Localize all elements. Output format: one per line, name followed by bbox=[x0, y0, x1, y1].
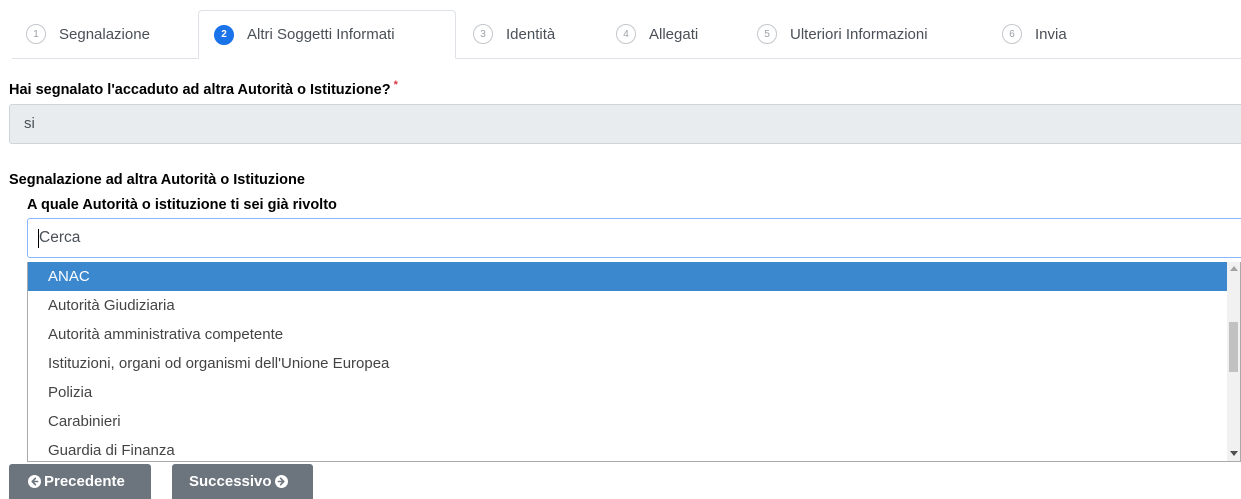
next-button-label: Successivo bbox=[189, 473, 272, 490]
authority-search-input[interactable] bbox=[27, 218, 1241, 258]
section-title: Segnalazione ad altra Autorità o Istituz… bbox=[9, 172, 305, 188]
option-polizia[interactable]: Polizia bbox=[28, 378, 1229, 407]
scrollbar-thumb[interactable] bbox=[1229, 322, 1238, 372]
step-label: Identità bbox=[506, 25, 556, 43]
option-guardia-di-finanza[interactable]: Guardia di Finanza bbox=[28, 436, 1229, 461]
wizard-steps: 1 Segnalazione 2 Altri Soggetti Informat… bbox=[12, 0, 1241, 59]
option-autorita-giudiziaria[interactable]: Autorità Giudiziaria bbox=[28, 291, 1229, 320]
step-number: 5 bbox=[757, 24, 777, 44]
tab-invia[interactable]: 6 Invia bbox=[1002, 10, 1067, 58]
step-number: 1 bbox=[26, 24, 46, 44]
option-carabinieri[interactable]: Carabinieri bbox=[28, 407, 1229, 436]
option-autorita-amministrativa[interactable]: Autorità amministrativa competente bbox=[28, 320, 1229, 349]
dropdown-scrollbar[interactable] bbox=[1227, 262, 1240, 461]
option-anac[interactable]: ANAC bbox=[28, 262, 1229, 291]
step-label: Altri Soggetti Informati bbox=[247, 26, 395, 43]
scroll-down-arrow-icon[interactable] bbox=[1230, 451, 1238, 456]
previous-button[interactable]: Precedente bbox=[9, 464, 151, 499]
question-text: Hai segnalato l'accaduto ad altra Autori… bbox=[9, 82, 391, 98]
tab-identita[interactable]: 3 Identità bbox=[473, 10, 555, 58]
tab-segnalazione[interactable]: 1 Segnalazione bbox=[26, 10, 150, 58]
question-label: Hai segnalato l'accaduto ad altra Autori… bbox=[9, 79, 398, 98]
arrow-left-circle-icon bbox=[28, 475, 41, 488]
arrow-right-circle-icon bbox=[274, 475, 288, 488]
authority-options-dropdown[interactable]: ANAC Autorità Giudiziaria Autorità ammin… bbox=[27, 262, 1241, 462]
reported-answer-field: si bbox=[9, 104, 1241, 144]
tab-altri-soggetti-informati[interactable]: 2 Altri Soggetti Informati bbox=[198, 10, 456, 59]
tab-allegati[interactable]: 4 Allegati bbox=[616, 10, 698, 58]
step-number: 4 bbox=[616, 24, 636, 44]
option-istituzioni-ue[interactable]: Istituzioni, organi od organismi dell'Un… bbox=[28, 349, 1229, 378]
step-number: 6 bbox=[1002, 24, 1022, 44]
previous-button-label: Precedente bbox=[44, 473, 125, 490]
step-label: Invia bbox=[1035, 25, 1067, 43]
step-label: Ulteriori Informazioni bbox=[790, 25, 928, 43]
step-label: Segnalazione bbox=[59, 25, 150, 43]
authority-field-label: A quale Autorità o istituzione ti sei gi… bbox=[27, 197, 337, 213]
step-number: 3 bbox=[473, 24, 493, 44]
scroll-up-arrow-icon[interactable] bbox=[1230, 266, 1238, 271]
step-number: 2 bbox=[214, 24, 234, 45]
required-mark: * bbox=[393, 79, 398, 91]
next-button[interactable]: Successivo bbox=[172, 464, 313, 499]
step-label: Allegati bbox=[649, 25, 699, 43]
tab-ulteriori-informazioni[interactable]: 5 Ulteriori Informazioni bbox=[757, 10, 928, 58]
text-caret bbox=[38, 229, 39, 248]
